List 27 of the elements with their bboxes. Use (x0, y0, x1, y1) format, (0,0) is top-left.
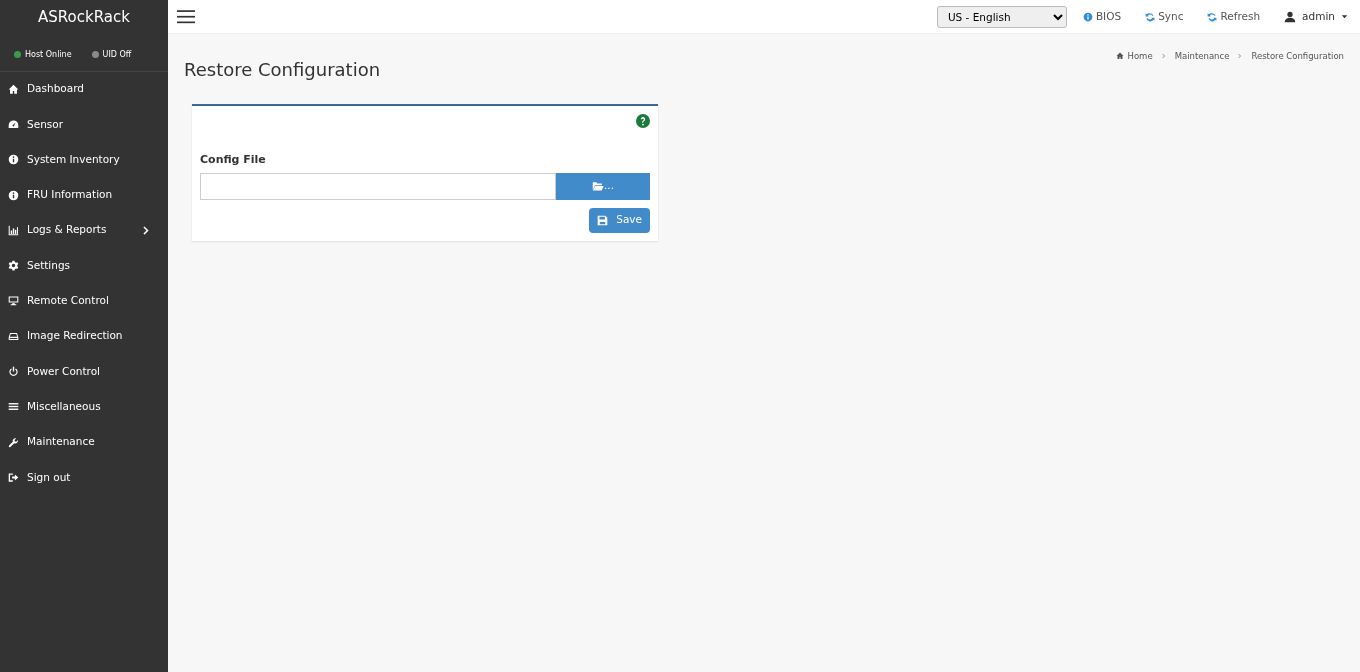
page-title: Restore Configuration (184, 58, 382, 81)
sidebar-item[interactable]: Maintenance (0, 424, 168, 460)
language-select[interactable]: US - English (936, 5, 1067, 28)
sidebar-item[interactable]: Power Control (0, 353, 168, 390)
sync-link[interactable]: Sync (1145, 8, 1184, 25)
sidebar-item[interactable]: Logs & Reports (0, 212, 168, 248)
sidebar-item[interactable]: Settings (0, 248, 168, 284)
field-label: Config File (200, 152, 267, 169)
sidebar-item[interactable]: Image Redirection (0, 318, 168, 354)
status-label: UID Off (102, 48, 132, 61)
sidebar-item[interactable]: Miscellaneous (0, 389, 168, 425)
sidebar-item[interactable]: Sign out (0, 459, 168, 496)
refresh-link[interactable]: Refresh (1207, 8, 1261, 25)
brand-logo: ASRockRack (37, 7, 131, 28)
sidebar-item[interactable]: FRU Information (0, 177, 168, 213)
save-button[interactable]: Save (589, 207, 650, 233)
sidebar-item[interactable]: System Inventory (0, 142, 168, 178)
status-label: Host Online (25, 48, 72, 61)
breadcrumb-link[interactable]: Restore Configuration (1251, 50, 1344, 63)
info-link[interactable]: BIOS (1082, 8, 1122, 25)
user-menu[interactable]: admin (1284, 8, 1348, 25)
sidebar-item[interactable]: Remote Control (0, 283, 168, 319)
browse-button[interactable]: ... (556, 172, 650, 200)
breadcrumb-link[interactable]: Home (1115, 50, 1153, 63)
sidebar-item[interactable]: Sensor (0, 106, 168, 143)
breadcrumb-link[interactable]: Maintenance (1174, 50, 1230, 63)
sidebar-item[interactable]: Dashboard (0, 71, 168, 107)
